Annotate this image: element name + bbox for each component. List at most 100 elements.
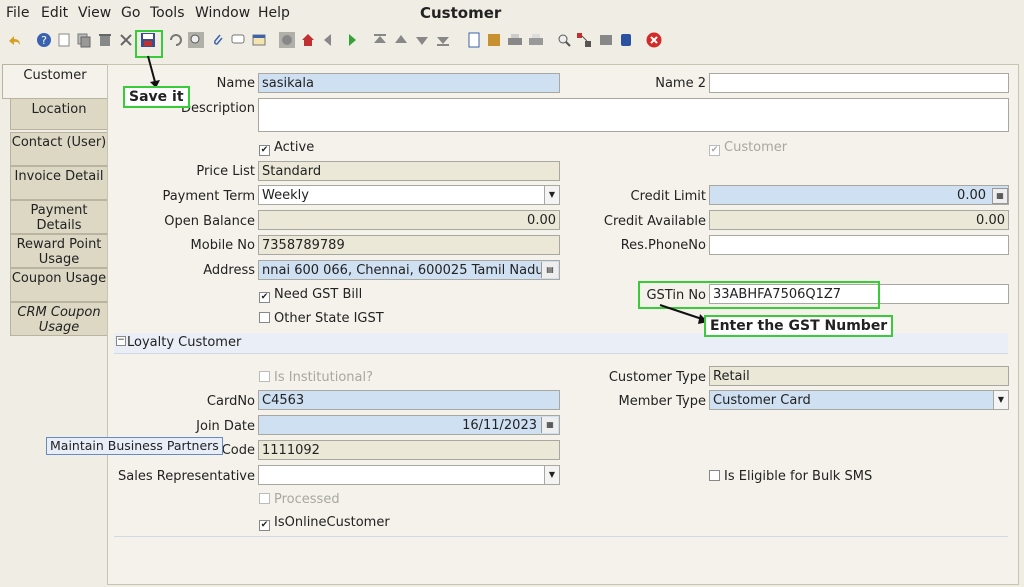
payment-term-value: Weekly <box>262 188 309 203</box>
address-label: Address <box>203 263 255 278</box>
need-gst-checkbox[interactable]: ✔ Need GST Bill <box>259 287 362 303</box>
name2-label: Name 2 <box>655 76 706 91</box>
history-icon[interactable] <box>251 32 267 48</box>
address-field[interactable]: nnai 600 066, Chennai, 600025 Tamil Nadu <box>258 260 560 280</box>
member-type-select[interactable]: Customer Card ▼ <box>709 390 1009 410</box>
forward-icon[interactable] <box>342 32 358 48</box>
lock-icon[interactable] <box>618 32 634 48</box>
copy-icon[interactable] <box>76 32 92 48</box>
name-field[interactable]: sasikala <box>258 73 560 93</box>
sales-rep-select[interactable]: ▼ <box>258 465 560 485</box>
print-icon[interactable] <box>507 32 523 48</box>
menu-help[interactable]: Help <box>258 5 290 21</box>
print-preview-icon[interactable] <box>279 32 295 48</box>
menu-go[interactable]: Go <box>121 5 140 21</box>
need-gst-check-icon: ✔ <box>259 292 270 303</box>
bulk-sms-box-icon <box>709 470 720 481</box>
description-label: Description <box>180 101 255 116</box>
tab-invoice-detail[interactable]: Invoice Detail <box>10 166 108 200</box>
active-label: Active <box>274 140 315 155</box>
description-field[interactable] <box>258 98 1009 132</box>
attachment-icon[interactable] <box>210 32 226 48</box>
calculator-icon[interactable]: ▦ <box>992 188 1008 204</box>
res-phone-field[interactable] <box>709 235 1009 255</box>
other-state-label: Other State IGST <box>274 311 384 326</box>
chevron-down-icon[interactable]: ▼ <box>544 186 559 204</box>
join-date-field[interactable]: 16/11/2023 <box>258 415 560 435</box>
processed-label: Processed <box>274 492 340 507</box>
active-check-icon: ✔ <box>259 145 270 156</box>
gstin-highlight <box>638 281 880 309</box>
next-record-icon[interactable] <box>414 32 430 48</box>
new-icon[interactable] <box>56 32 72 48</box>
customer-check-icon: ✔ <box>709 145 720 156</box>
price-list-field: Standard <box>258 161 560 181</box>
workflow-icon[interactable] <box>576 32 592 48</box>
tab-reward-point-usage[interactable]: Reward Point Usage <box>10 234 108 268</box>
name2-field[interactable] <box>709 73 1009 93</box>
credit-limit-field[interactable]: 0.00 <box>709 185 1009 205</box>
cardno-field[interactable]: C4563 <box>258 390 560 410</box>
code-field: 1111092 <box>258 440 560 460</box>
menu-file[interactable]: File <box>6 5 29 21</box>
institutional-label: Is Institutional? <box>274 370 374 385</box>
processed-checkbox: Processed <box>259 492 340 507</box>
other-state-igst-checkbox[interactable]: Other State IGST <box>259 311 384 326</box>
tooltip: Maintain Business Partners <box>46 437 223 455</box>
online-customer-checkbox[interactable]: ✔ IsOnlineCustomer <box>259 515 390 531</box>
print-alt-icon[interactable] <box>528 32 544 48</box>
report-icon[interactable] <box>466 32 482 48</box>
first-record-icon[interactable] <box>372 32 388 48</box>
divider <box>114 536 1008 537</box>
member-type-value: Customer Card <box>713 393 811 408</box>
calendar-icon[interactable]: ▦ <box>541 417 558 433</box>
help-icon[interactable]: ? <box>36 32 52 48</box>
undo-icon[interactable] <box>6 32 22 48</box>
other-state-box-icon <box>259 312 270 323</box>
window-title: Customer <box>420 4 502 22</box>
mobile-label: Mobile No <box>190 238 255 253</box>
bulk-sms-checkbox[interactable]: Is Eligible for Bulk SMS <box>709 469 872 484</box>
customer-type-label: Customer Type <box>608 370 706 385</box>
zoom-across-icon[interactable] <box>556 32 572 48</box>
join-date-label: Join Date <box>196 419 255 434</box>
credit-limit-label: Credit Limit <box>630 189 706 204</box>
find-icon[interactable] <box>188 32 204 48</box>
active-checkbox[interactable]: ✔ Active <box>259 140 314 156</box>
home-icon[interactable] <box>300 32 316 48</box>
tab-contact-user[interactable]: Contact (User) <box>10 132 108 166</box>
menu-window[interactable]: Window <box>195 5 250 21</box>
need-gst-label: Need GST Bill <box>274 287 363 302</box>
tab-payment-details[interactable]: Payment Details <box>10 200 108 234</box>
open-balance-label: Open Balance <box>164 214 255 229</box>
cut-icon[interactable] <box>118 32 134 48</box>
delete-icon[interactable] <box>97 32 113 48</box>
archive-icon[interactable] <box>486 32 502 48</box>
menu-view[interactable]: View <box>78 5 111 21</box>
back-icon[interactable] <box>322 32 338 48</box>
menu-bar: File Edit View Go Tools Window Help Cust… <box>0 0 1024 26</box>
previous-record-icon[interactable] <box>393 32 409 48</box>
menu-edit[interactable]: Edit <box>41 5 68 21</box>
institutional-box-icon <box>259 371 270 382</box>
last-record-icon[interactable] <box>435 32 451 48</box>
location-icon[interactable]: ▤ <box>541 262 558 278</box>
tab-crm-coupon-usage[interactable]: CRM Coupon Usage <box>10 302 108 336</box>
price-list-label: Price List <box>196 164 255 179</box>
chat-icon[interactable] <box>230 32 246 48</box>
collapse-icon[interactable]: − <box>116 336 126 346</box>
menu-tools[interactable]: Tools <box>150 5 185 21</box>
chevron-down-icon[interactable]: ▼ <box>993 391 1008 409</box>
tab-coupon-usage[interactable]: Coupon Usage <box>10 268 108 302</box>
customer-label: Customer <box>724 140 788 155</box>
tab-location[interactable]: Location <box>10 98 108 130</box>
credit-available-label: Credit Available <box>603 214 706 229</box>
refresh-icon[interactable] <box>168 32 184 48</box>
mobile-field[interactable]: 7358789789 <box>258 235 560 255</box>
chevron-down-icon[interactable]: ▼ <box>544 466 559 484</box>
tab-customer[interactable]: Customer <box>2 64 107 99</box>
payment-term-select[interactable]: Weekly ▼ <box>258 185 560 205</box>
institutional-checkbox: Is Institutional? <box>259 370 373 385</box>
product-info-icon[interactable] <box>598 32 614 48</box>
close-window-icon[interactable] <box>646 32 662 48</box>
